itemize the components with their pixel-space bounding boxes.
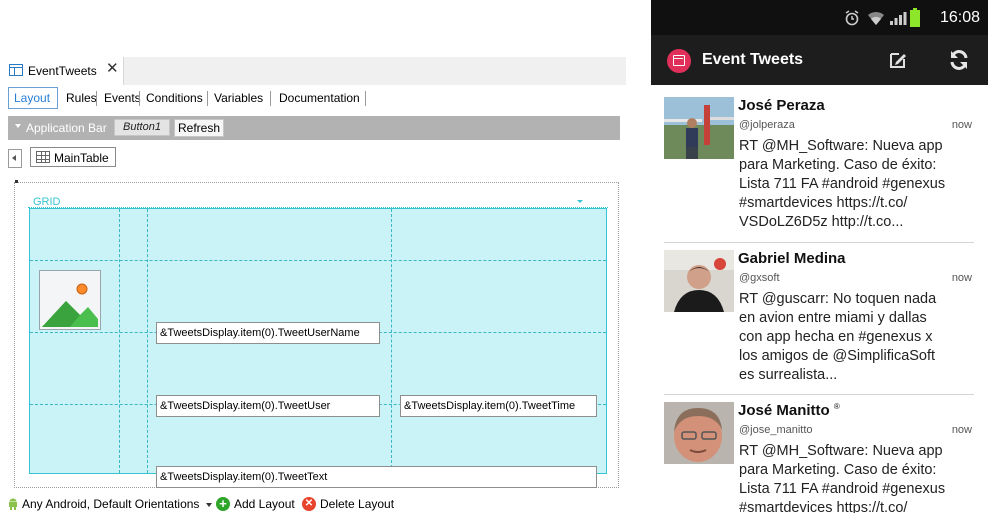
status-time: 16:08 (939, 9, 980, 26)
avatar (664, 402, 734, 464)
tab-documentation[interactable]: Documentation (279, 87, 360, 109)
tab-variables[interactable]: Variables (214, 87, 263, 109)
battery-icon (910, 8, 920, 27)
tab-separator (96, 91, 97, 106)
calendar-icon[interactable] (667, 49, 691, 73)
list-item[interactable]: José Manitto ® @jose_manitto now RT @MH_… (651, 402, 988, 513)
signal-icon (890, 12, 907, 25)
refresh-button[interactable]: Refresh (174, 119, 224, 137)
window-tab-icon (9, 64, 23, 76)
tweet-user-handle: @gxsoft (739, 272, 780, 284)
image-placeholder-icon[interactable] (39, 270, 101, 330)
alarm-icon (845, 10, 859, 26)
refresh-icon[interactable] (948, 49, 970, 71)
tab-separator (270, 91, 271, 106)
list-divider (664, 242, 974, 243)
tweet-text-field[interactable]: &TweetsDisplay.item(0).TweetText (156, 466, 597, 488)
tab-separator (139, 91, 140, 106)
phone-preview: 16:08 Event Tweets José Peraza @jolperaz… (651, 0, 988, 513)
document-tab[interactable]: EventTweets ✕ (0, 57, 124, 85)
wifi-icon (868, 11, 884, 25)
tab-separator (207, 91, 208, 106)
grid-column-line (391, 209, 392, 473)
tweet-name-mark: ® (833, 402, 840, 411)
android-icon (8, 498, 18, 510)
tweet-user-name: José Manitto ® (738, 402, 840, 419)
list-item[interactable]: Gabriel Medina @gxsoft now RT @guscarr: … (651, 250, 988, 395)
tweet-user-handle: @jose_manitto (739, 424, 813, 436)
chevron-down-icon[interactable] (577, 200, 583, 203)
avatar (664, 97, 734, 159)
button1-control[interactable]: Button1 (114, 119, 170, 136)
status-bar: 16:08 (651, 0, 988, 35)
close-icon[interactable]: ✕ (106, 61, 119, 77)
tweet-text: RT @guscarr: No toquen nada en avion ent… (739, 291, 937, 383)
application-bar[interactable]: Application Bar Button1 Refresh (8, 116, 620, 140)
document-tab-title: EventTweets (28, 64, 97, 78)
grid-row-line (30, 260, 606, 261)
application-bar-title: Application Bar (26, 121, 107, 135)
chevron-left-icon[interactable] (8, 149, 22, 168)
maintable-breadcrumb[interactable]: MainTable (30, 147, 116, 167)
chevron-down-icon[interactable] (15, 124, 21, 128)
add-icon[interactable]: + (216, 497, 230, 511)
tweet-time: now (951, 272, 972, 284)
grid-column-line (147, 209, 148, 473)
tweet-time-field[interactable]: &TweetsDisplay.item(0).TweetTime (400, 395, 597, 417)
tab-separator (365, 91, 366, 106)
avatar (664, 250, 734, 312)
resize-handle[interactable] (15, 180, 18, 183)
list-item[interactable]: José Peraza @jolperaza now RT @MH_Softwa… (651, 97, 988, 242)
action-bar: Event Tweets (651, 35, 988, 85)
tab-layout[interactable]: Layout (8, 87, 58, 109)
grid-column-line (119, 209, 120, 473)
tweet-text: RT @MH_Software: Nueva app para Marketin… (739, 443, 946, 513)
list-divider (664, 394, 974, 395)
table-icon (36, 151, 50, 163)
add-layout-button[interactable]: Add Layout (234, 495, 295, 513)
tweet-user-field[interactable]: &TweetsDisplay.item(0).TweetUser (156, 395, 380, 417)
delete-layout-button[interactable]: Delete Layout (320, 495, 394, 513)
tab-rules[interactable]: Rules (66, 87, 97, 109)
compose-icon[interactable] (888, 50, 908, 70)
tweet-user-name-field[interactable]: &TweetsDisplay.item(0).TweetUserName (156, 322, 380, 344)
chevron-down-icon[interactable] (206, 503, 212, 507)
layout-editor: EventTweets ✕ Layout Rules Events Condit… (0, 53, 626, 527)
tweet-user-name: Gabriel Medina (738, 250, 846, 267)
delete-icon[interactable]: ✕ (302, 497, 316, 511)
tweet-time: now (951, 424, 972, 436)
tab-conditions[interactable]: Conditions (146, 87, 203, 109)
tweet-user-handle: @jolperaza (739, 119, 795, 131)
document-tab-bar: EventTweets ✕ (0, 57, 626, 85)
maintable-label: MainTable (54, 151, 109, 165)
tab-events[interactable]: Events (104, 87, 141, 109)
tweet-time: now (951, 119, 972, 131)
platform-selector[interactable]: Any Android, Default Orientations (22, 495, 199, 513)
app-title: Event Tweets (702, 51, 804, 68)
tweet-user-name: José Peraza (738, 97, 825, 114)
tweet-text: RT @MH_Software: Nueva app para Marketin… (739, 138, 946, 230)
